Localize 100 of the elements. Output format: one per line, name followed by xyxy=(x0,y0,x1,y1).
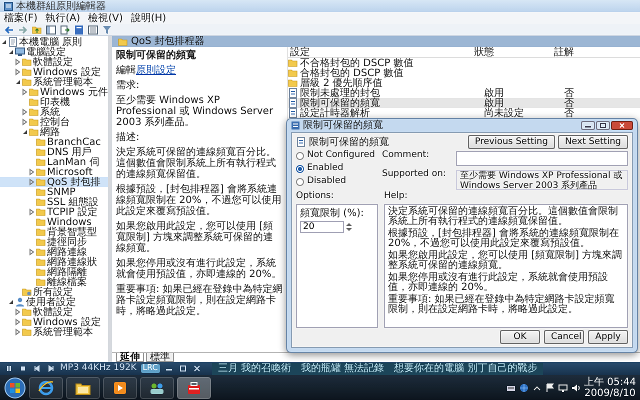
globe-icon[interactable] xyxy=(519,382,529,392)
collapse-arrow-icon[interactable] xyxy=(7,48,14,56)
expand-arrow-icon[interactable] xyxy=(28,178,35,186)
expand-arrow-icon[interactable] xyxy=(14,58,21,66)
export-icon[interactable] xyxy=(60,24,70,34)
skip-forward-icon[interactable] xyxy=(46,364,56,373)
tree-item[interactable]: BranchCac xyxy=(0,137,108,147)
speaker-icon[interactable] xyxy=(571,382,581,392)
expand-arrow-icon[interactable] xyxy=(28,168,35,176)
tree-item[interactable]: 捷徑同步 xyxy=(0,237,108,247)
tree-item[interactable]: 背景智慧型 xyxy=(0,227,108,237)
taskbar-button[interactable] xyxy=(103,376,137,398)
tree-item[interactable]: 網路隔離 xyxy=(0,267,108,277)
list-row[interactable]: 合格封包的 DSCP 數值 xyxy=(288,68,640,78)
dialog-button[interactable]: Cancel xyxy=(544,330,584,344)
list-row[interactable]: 限制可保留的頻寬 啟用 否 xyxy=(288,98,640,108)
number-field[interactable]: 20 xyxy=(300,220,344,233)
expand-arrow-icon[interactable] xyxy=(14,308,21,316)
expand-arrow-icon[interactable] xyxy=(21,118,28,126)
tree-item[interactable]: 控制台 xyxy=(0,117,108,127)
tree-item[interactable]: 所有設定 xyxy=(0,287,108,297)
pause-icon[interactable] xyxy=(4,364,14,373)
taskbar-button[interactable] xyxy=(29,376,63,398)
radio-option[interactable]: Enabled xyxy=(296,164,376,174)
dialog-button[interactable]: Apply xyxy=(588,330,628,344)
tree-item[interactable]: 電腦設定 xyxy=(0,47,108,57)
radio-option[interactable]: Disabled xyxy=(296,176,376,187)
list-row[interactable]: 限制未處理的封包 啟用 否 xyxy=(288,88,640,98)
tree-item[interactable]: SSL 組態設 xyxy=(0,197,108,207)
expand-arrow-icon[interactable] xyxy=(28,208,35,216)
radio-option[interactable]: Not Configured xyxy=(296,151,376,161)
collapse-arrow-icon[interactable] xyxy=(21,128,28,136)
up-folder-icon[interactable] xyxy=(32,24,42,34)
tree-item[interactable]: Windows xyxy=(0,217,108,227)
tree-item[interactable]: TCPIP 設定 xyxy=(0,207,108,217)
start-orb-icon[interactable] xyxy=(4,376,26,398)
book-icon[interactable] xyxy=(74,24,84,34)
tree-item[interactable]: 軟體設定 xyxy=(0,307,108,317)
tree-item[interactable]: Windows 設定 xyxy=(0,67,108,77)
minimize-icon[interactable] xyxy=(581,121,595,130)
tree-item[interactable]: SNMP xyxy=(0,187,108,197)
menu-item[interactable]: 執行(A) xyxy=(46,12,80,24)
taskbar-button[interactable] xyxy=(177,376,211,398)
list-row[interactable]: 不合格封包的 DSCP 數值 xyxy=(288,58,640,68)
taskbar-button[interactable] xyxy=(140,376,174,398)
expand-arrow-icon[interactable] xyxy=(14,68,21,76)
expand-arrow-icon[interactable] xyxy=(21,108,28,116)
maximize-icon[interactable] xyxy=(178,364,188,373)
comment-field[interactable] xyxy=(456,151,628,166)
nav-button[interactable]: Previous Setting xyxy=(468,135,555,149)
view-tab[interactable]: 延伸 xyxy=(116,353,144,362)
flag-icon[interactable] xyxy=(545,382,555,392)
network-icon[interactable] xyxy=(558,382,568,392)
collapse-arrow-icon[interactable] xyxy=(0,38,7,46)
back-arrow-icon[interactable] xyxy=(4,24,14,34)
menu-item[interactable]: 檔案(F) xyxy=(4,12,38,24)
list-row[interactable]: 層級 2 優先順序值 xyxy=(288,78,640,88)
column-header[interactable]: 註解 xyxy=(554,46,604,58)
tree-item[interactable]: 網路 xyxy=(0,127,108,137)
column-header[interactable]: 狀態 xyxy=(474,46,554,58)
close-icon[interactable] xyxy=(192,364,202,373)
stop-icon[interactable] xyxy=(18,364,28,373)
maximize-icon[interactable] xyxy=(596,121,610,130)
tree-item[interactable]: DNS 用戶 xyxy=(0,147,108,157)
menu-item[interactable]: 檢視(V) xyxy=(88,12,123,24)
tree-item[interactable]: Windows 元件 xyxy=(0,87,108,97)
expand-arrow-icon[interactable] xyxy=(28,248,35,256)
column-header[interactable]: 設定 xyxy=(288,46,474,58)
collapse-arrow-icon[interactable] xyxy=(7,298,14,306)
policy-icon xyxy=(288,88,298,98)
tree-item[interactable]: 系統 xyxy=(0,107,108,117)
expand-arrow-icon[interactable] xyxy=(21,88,28,96)
close-icon[interactable] xyxy=(611,121,633,130)
tree-item[interactable]: 離線檔案 xyxy=(0,277,108,287)
tree-item[interactable]: Microsoft xyxy=(0,167,108,177)
expand-arrow-icon[interactable] xyxy=(14,328,21,336)
nav-button[interactable]: Next Setting xyxy=(558,135,628,149)
tree-item[interactable]: 系統管理範本 xyxy=(0,327,108,337)
list-row[interactable]: 設定計時器解析 尚未設定 否 xyxy=(288,108,640,118)
tree-item[interactable]: 印表機 xyxy=(0,97,108,107)
lyrics-text: 三月 我的召喚術 我的瓶罐 無法記錄 想要你在的電腦 別丁自己的戰步 xyxy=(212,362,544,374)
tree-item[interactable]: LanMan 伺 xyxy=(0,157,108,167)
tree-item[interactable]: QoS 封包排 xyxy=(0,177,108,187)
policy-settings-link[interactable]: 原則設定 xyxy=(136,65,176,76)
menu-item[interactable]: 說明(H) xyxy=(130,12,166,24)
tree-item[interactable]: Windows 設定 xyxy=(0,317,108,327)
collapse-arrow-icon[interactable] xyxy=(14,78,21,86)
panel-icon[interactable] xyxy=(46,24,56,34)
tree-item[interactable]: 系統管理範本 xyxy=(0,77,108,87)
expand-arrow-icon[interactable] xyxy=(14,318,21,326)
view-icon[interactable] xyxy=(88,24,98,34)
tree-item[interactable]: 網路連線 xyxy=(0,247,108,257)
dialog-button[interactable]: OK xyxy=(500,330,540,344)
tree-item[interactable]: 網路連線狀 xyxy=(0,257,108,267)
view-tab[interactable]: 標準 xyxy=(146,353,174,362)
taskbar-button[interactable] xyxy=(66,376,100,398)
tree-item[interactable]: 使用者設定 xyxy=(0,297,108,307)
skip-back-icon[interactable] xyxy=(32,364,42,373)
tree-item[interactable]: 軟體設定 xyxy=(0,57,108,67)
tree-item[interactable]: 本機電腦 原則 xyxy=(0,37,108,47)
